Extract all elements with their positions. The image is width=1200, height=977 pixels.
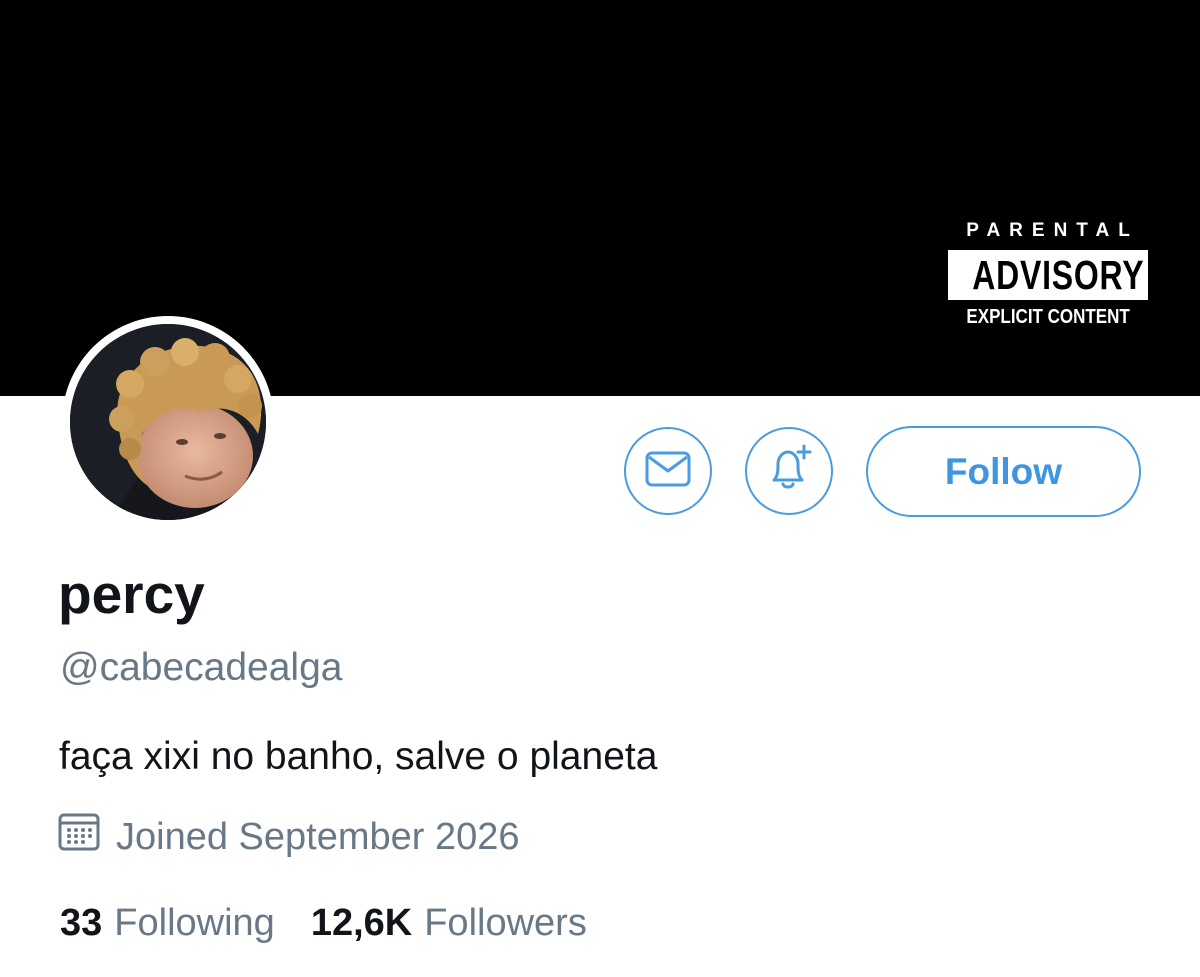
calendar-icon xyxy=(58,812,116,862)
follow-button[interactable]: Follow xyxy=(866,426,1141,517)
parental-advisory-logo: PARENTAL ADVISORY EXPLICIT CONTENT xyxy=(948,218,1148,334)
advisory-line-1: PARENTAL xyxy=(966,220,1139,241)
bell-plus-icon xyxy=(764,444,814,499)
profile-bio: faça xixi no banho, salve o planeta xyxy=(59,735,658,778)
following-label: Following xyxy=(114,902,275,944)
advisory-line-3: EXPLICIT CONTENT xyxy=(966,306,1130,328)
display-name: percy xyxy=(58,563,205,625)
message-button[interactable] xyxy=(624,427,712,515)
joined-label: Joined September 2026 xyxy=(116,815,520,858)
profile-stats: 33 Following 12,6K Followers xyxy=(60,902,587,945)
following-count: 33 xyxy=(60,902,103,944)
avatar[interactable] xyxy=(62,316,274,528)
advisory-line-2: ADVISORY xyxy=(948,250,1148,300)
followers-label: Followers xyxy=(424,902,587,944)
avatar-photo xyxy=(70,324,266,520)
joined-date: Joined September 2026 xyxy=(58,812,520,862)
followers-count: 12,6K xyxy=(310,902,413,944)
username-handle: @cabecadealga xyxy=(60,646,343,689)
envelope-icon xyxy=(645,451,691,492)
following-link[interactable]: 33 Following xyxy=(60,902,275,945)
followers-link[interactable]: 12,6K Followers xyxy=(311,902,587,945)
notifications-button[interactable] xyxy=(745,427,833,515)
